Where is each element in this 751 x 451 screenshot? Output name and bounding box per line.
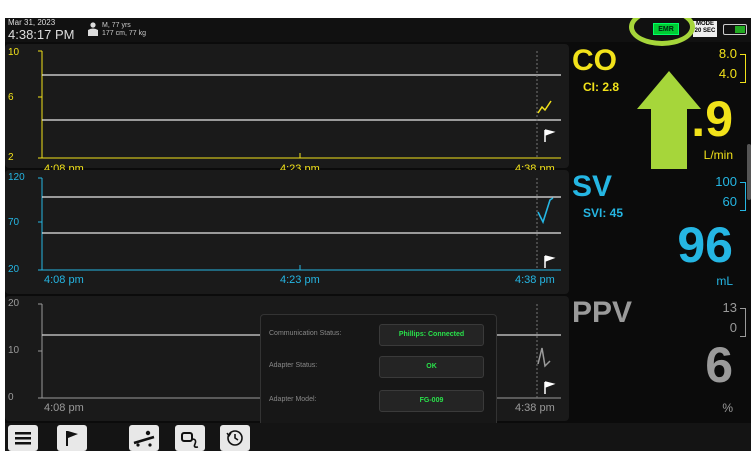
popup-label: Adapter Model:: [269, 396, 317, 403]
sensor-button[interactable]: [175, 425, 205, 451]
history-button[interactable]: [220, 425, 250, 451]
limit-high: 8.0: [718, 46, 737, 61]
y-tick-max: 120: [8, 172, 25, 183]
scrollbar[interactable]: [747, 144, 751, 200]
limit-bracket-bottom: [740, 194, 746, 211]
limit-low: 60: [722, 194, 737, 209]
adapter-model-value: FG-009: [379, 390, 484, 412]
x-tick-mid: 4:23 pm: [280, 274, 320, 286]
parameter-name: CO: [572, 44, 617, 77]
y-tick-min: 2: [8, 152, 14, 163]
parameter-name: PPV: [572, 296, 633, 329]
patient-demographics: M, 77 yrs: [102, 22, 131, 29]
limit-bracket-bottom: [740, 66, 746, 83]
y-tick-min: 0: [8, 392, 14, 403]
patient-icon: [88, 22, 98, 36]
emr-connection-popup: Communication Status: Phillips: Connecte…: [260, 314, 497, 427]
parameter-name: SV: [572, 170, 613, 203]
patient-bed-button[interactable]: [129, 425, 159, 451]
battery-icon: [723, 24, 747, 35]
adapter-status-value: OK: [379, 356, 484, 378]
history-icon: [226, 430, 243, 446]
y-tick-max: 10: [8, 47, 20, 58]
patient-info[interactable]: M, 77 yrs 177 cm, 77 kg: [88, 22, 146, 38]
sv-parameter-tile[interactable]: SV SVI: 45 100 60 96 mL: [569, 170, 751, 294]
green-up-arrow: [637, 71, 701, 169]
ppv-parameter-tile[interactable]: PPV 13 0 6 %: [569, 296, 751, 421]
patient-bed-icon: [133, 430, 155, 447]
popup-label: Adapter Status:: [269, 362, 318, 369]
parameter-unit: L/min: [703, 148, 733, 162]
parameter-value: 96: [677, 217, 733, 273]
limit-high: 13: [722, 300, 737, 315]
menu-button[interactable]: [8, 425, 38, 451]
popup-row-adapter-status: Adapter Status: OK: [269, 356, 489, 378]
y-tick-min: 20: [8, 264, 20, 275]
flag-button[interactable]: [57, 425, 87, 451]
parameter-unit: mL: [716, 274, 733, 288]
y-tick-mid: 6: [8, 92, 14, 103]
date: Mar 31, 2023: [8, 18, 56, 27]
mode-indicator[interactable]: MODE 20 SEC: [693, 21, 717, 37]
monitor-screen: Mar 31, 2023 4:38:17 PM M, 77 yrs 177 cm…: [5, 18, 751, 451]
date-time: Mar 31, 2023 4:38:17 PM: [8, 18, 75, 42]
x-tick-start: 4:08 pm: [44, 274, 84, 286]
limit-high: 100: [715, 174, 737, 189]
communication-status-value: Phillips: Connected: [379, 324, 484, 346]
x-tick-end: 4:38 pm: [515, 402, 555, 414]
limit-low: 0: [729, 320, 737, 335]
x-tick-start: 4:08 pm: [44, 402, 84, 414]
parameter-value: 6: [705, 337, 733, 393]
mode-label: MODE: [696, 21, 714, 27]
y-tick-max: 20: [8, 298, 20, 309]
sensor-icon: [181, 432, 199, 448]
x-tick-end: 4:38 pm: [515, 274, 555, 286]
bottom-toolbar: [5, 423, 751, 451]
y-tick-mid: 70: [8, 217, 20, 228]
patient-body-size: 177 cm, 77 kg: [102, 30, 146, 37]
limit-bracket-bottom: [740, 320, 746, 337]
popup-row-adapter-model: Adapter Model: FG-009: [269, 390, 489, 412]
y-tick-mid: 10: [8, 345, 20, 356]
secondary-value: SVI: 45: [583, 206, 624, 220]
secondary-value: CI: 2.8: [583, 80, 620, 94]
limit-low: 4.0: [718, 66, 737, 81]
co-trend-panel[interactable]: 10 6 2 4:08 pm 4:23 pm 4:38 pm: [5, 44, 569, 175]
sv-trend-panel[interactable]: 120 70 20 4:08 pm 4:23 pm 4:38 pm: [5, 170, 569, 294]
mode-interval: 20 SEC: [694, 28, 716, 34]
popup-row-communication: Communication Status: Phillips: Connecte…: [269, 324, 489, 346]
co-trend-graph: [38, 50, 561, 159]
time: 4:38:17 PM: [8, 27, 75, 42]
popup-label: Communication Status:: [269, 330, 342, 337]
menu-icon: [15, 432, 31, 445]
parameter-unit: %: [722, 401, 733, 415]
flag-icon: [66, 431, 78, 446]
